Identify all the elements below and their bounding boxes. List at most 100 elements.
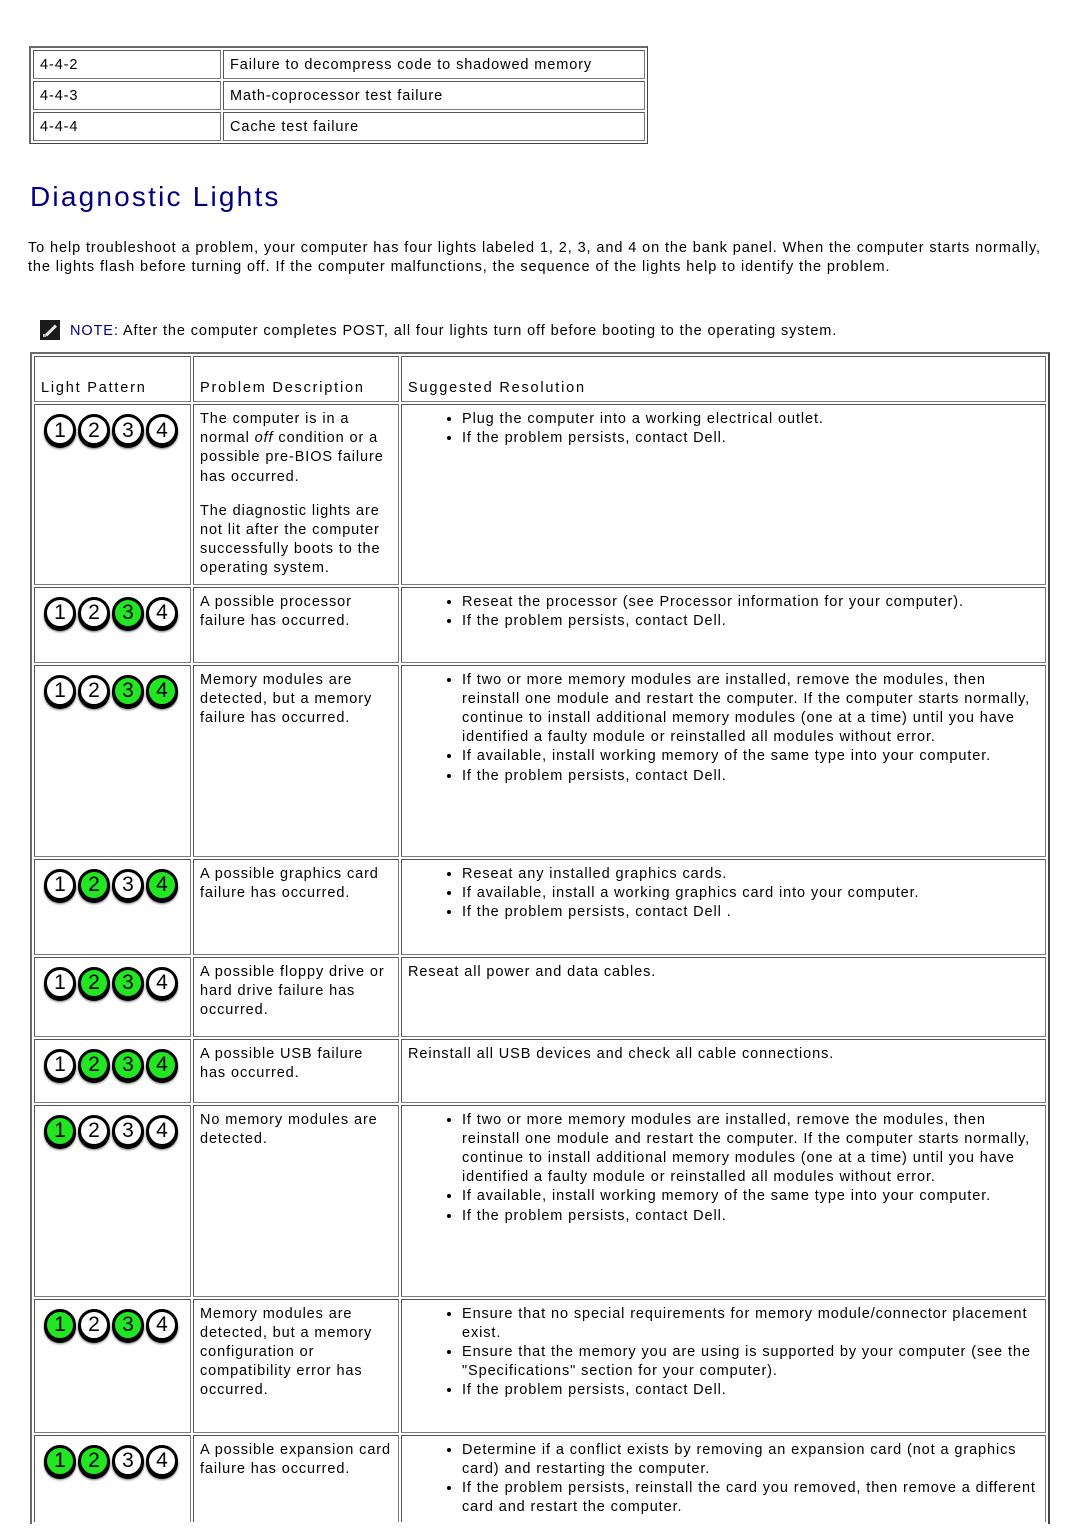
light-3-off-icon: 3 [112, 414, 144, 446]
resolution-item: If the problem persists, reinstall the c… [462, 1479, 1039, 1517]
light-4-off-icon: 4 [146, 1114, 178, 1147]
suggested-resolution-cell: Reinstall all USB devices and check all … [401, 1038, 1046, 1103]
beep-code-row: 4-4-3 Math-coprocessor test failure [33, 81, 645, 110]
light-pattern-cell: 1234 [34, 586, 191, 663]
beep-cause: Failure to decompress code to shadowed m… [223, 50, 645, 79]
light-1-off-icon: 1 [44, 414, 76, 446]
problem-description-cell: A possible USB failure has occurred. [193, 1038, 399, 1103]
light-pattern-cell: 1234 [34, 858, 191, 955]
diagnostic-lights-table: Light Pattern Problem Description Sugges… [30, 352, 1050, 1525]
problem-description: A possible floppy drive or hard drive fa… [200, 963, 385, 1019]
problem-description: No memory modules are detected. [200, 1111, 378, 1147]
light-pattern: 1234 [41, 671, 184, 707]
light-1-on-icon: 1 [44, 1114, 76, 1147]
resolution-text: Reinstall all USB devices and check all … [408, 1045, 835, 1062]
suggested-resolution-cell: Reseat all power and data cables. [401, 956, 1046, 1037]
light-1-off-icon: 1 [44, 674, 76, 707]
light-3-on-icon: 3 [112, 596, 144, 629]
light-4-on-icon: 4 [146, 674, 178, 707]
problem-description: The computer is in a normal off conditio… [200, 410, 392, 487]
light-2-off-icon: 2 [78, 414, 110, 446]
suggested-resolution-cell: If two or more memory modules are instal… [401, 1104, 1046, 1297]
beep-code: 4-4-2 [33, 50, 221, 79]
problem-description-cell: The computer is in a normal off conditio… [193, 404, 399, 585]
light-3-on-icon: 3 [112, 674, 144, 707]
light-1-off-icon: 1 [44, 966, 76, 999]
resolution-item: If available, install working memory of … [462, 747, 1039, 766]
resolution-item: If two or more memory modules are instal… [462, 671, 1039, 748]
light-2-off-icon: 2 [78, 674, 110, 707]
light-2-off-icon: 2 [78, 1114, 110, 1147]
problem-description: Memory modules are detected, but a memor… [200, 1305, 373, 1399]
resolution-item: If the problem persists, contact Dell. [462, 767, 1039, 786]
table-row: 1234 A possible expansion card failure ha… [34, 1434, 1046, 1523]
light-2-off-icon: 2 [78, 596, 110, 629]
problem-description-extra: The diagnostic lights are not lit after … [200, 502, 381, 577]
beep-cause: Math-coprocessor test failure [223, 81, 645, 110]
light-4-on-icon: 4 [146, 868, 178, 901]
light-pattern-cell: 1234 [34, 956, 191, 1037]
problem-description-cell: Memory modules are detected, but a memor… [193, 664, 399, 857]
resolution-list: Reseat the processor (see Processor info… [408, 593, 1039, 631]
resolution-item: Ensure that no special requirements for … [462, 1305, 1039, 1343]
light-pattern-cell: 1234 [34, 404, 191, 585]
table-row: 1234 A possible USB failure has occurred.… [34, 1038, 1046, 1103]
problem-description-cell: A possible expansion card failure has oc… [193, 1434, 399, 1523]
suggested-resolution-cell: Reseat any installed graphics cards.If a… [401, 858, 1046, 955]
suggested-resolution-cell: Plug the computer into a working electri… [401, 404, 1046, 585]
table-header-row: Light Pattern Problem Description Sugges… [34, 356, 1046, 402]
light-pattern-cell: 1234 [34, 1038, 191, 1103]
light-3-off-icon: 3 [112, 1114, 144, 1147]
table-row: 1 2 3 4 Memory modules are detected, but a m… [34, 664, 1046, 857]
light-pattern-cell: 1234 [34, 1104, 191, 1297]
pencil-note-icon [40, 320, 60, 340]
resolution-list: Reseat any installed graphics cards.If a… [408, 865, 1039, 923]
header-light-pattern: Light Pattern [34, 356, 191, 402]
resolution-list: If two or more memory modules are instal… [408, 671, 1039, 786]
light-pattern-cell: 1234 [34, 664, 191, 857]
table-row: 1234 A possible graphics card failure has… [34, 858, 1046, 955]
problem-description: A possible processor failure has occurre… [200, 593, 352, 629]
light-1-off-icon: 1 [44, 596, 76, 629]
suggested-resolution-cell: Reseat the processor (see Processor info… [401, 586, 1046, 663]
light-pattern: 1234 [41, 963, 184, 999]
problem-description-cell: A possible processor failure has occurre… [193, 586, 399, 663]
light-1-on-icon: 1 [44, 1308, 76, 1341]
light-pattern: 1234 [41, 1045, 184, 1081]
note: NOTE: After the computer completes POST,… [40, 320, 1060, 341]
light-3-off-icon: 3 [112, 1444, 144, 1477]
note-text: After the computer completes POST, all f… [118, 323, 838, 339]
table-row: 1234 A possible processor failure has occ… [34, 586, 1046, 663]
resolution-item: Determine if a conflict exists by removi… [462, 1441, 1039, 1479]
light-2-on-icon: 2 [78, 1444, 110, 1477]
problem-description-cell: A possible graphics card failure has occ… [193, 858, 399, 955]
resolution-item: If two or more memory modules are instal… [462, 1111, 1039, 1188]
table-row: 1234 A possible floppy drive or hard driv… [34, 956, 1046, 1037]
light-4-off-icon: 4 [146, 1308, 178, 1341]
suggested-resolution-cell: Ensure that no special requirements for … [401, 1298, 1046, 1433]
resolution-item: Reseat any installed graphics cards. [462, 865, 1039, 884]
beep-code: 4-4-4 [33, 112, 221, 141]
problem-description-cell: A possible floppy drive or hard drive fa… [193, 956, 399, 1037]
light-3-on-icon: 3 [112, 1048, 144, 1081]
beep-code-table: 4-4-2 Failure to decompress code to shad… [29, 46, 648, 144]
light-4-off-icon: 4 [146, 966, 178, 999]
light-pattern: 1234 [41, 1441, 184, 1477]
light-3-on-icon: 3 [112, 1308, 144, 1341]
resolution-list: Ensure that no special requirements for … [408, 1305, 1039, 1401]
resolution-item: If the problem persists, contact Dell. [462, 1381, 1039, 1400]
resolution-item: If the problem persists, contact Dell. [462, 612, 1039, 631]
light-pattern: 1234 [41, 410, 184, 446]
resolution-list: Determine if a conflict exists by removi… [408, 1441, 1039, 1518]
light-4-on-icon: 4 [146, 1048, 178, 1081]
table-row: 1 2 3 4 The computer is in a normal off cond… [34, 404, 1046, 585]
problem-description: A possible USB failure has occurred. [200, 1045, 364, 1081]
resolution-item: If available, install working memory of … [462, 1187, 1039, 1206]
resolution-item: If the problem persists, contact Dell . [462, 903, 1039, 922]
suggested-resolution-cell: Determine if a conflict exists by removi… [401, 1434, 1046, 1523]
header-problem-description: Problem Description [193, 356, 399, 402]
beep-code-row: 4-4-4 Cache test failure [33, 112, 645, 141]
light-1-off-icon: 1 [44, 1048, 76, 1081]
note-label: NOTE: [70, 323, 119, 339]
light-pattern: 1234 [41, 593, 184, 629]
